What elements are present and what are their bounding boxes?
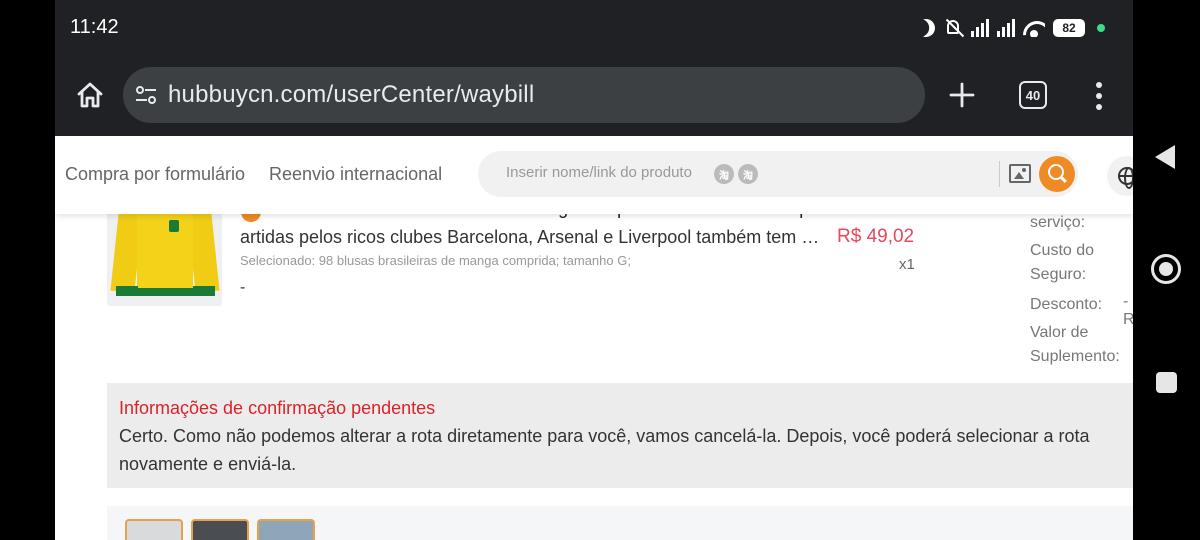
tabs-icon[interactable]: 40 [1019, 81, 1047, 109]
battery-icon: 82 [1053, 19, 1085, 37]
clock: 11:42 [70, 16, 119, 38]
confirmation-title: Informações de confirmação pendentes [119, 398, 436, 418]
product-title-line2[interactable]: artidas pelos ricos clubes Barcelona, Ar… [240, 227, 820, 248]
fee-insurance-label: Custo do Seguro: [1030, 242, 1095, 283]
fee-supplement-label: Valor de Suplemento: [1030, 324, 1120, 365]
fee-service-label: serviço: [1030, 214, 1086, 231]
search-divider [999, 161, 1000, 187]
more-vert-icon[interactable] [1095, 82, 1103, 110]
do-not-disturb-icon [914, 16, 939, 41]
signal-1-icon [971, 19, 989, 37]
home-icon[interactable] [75, 80, 105, 110]
page-content: Compra por formulário Reenvio internacio… [55, 136, 1133, 540]
pending-confirmation-box: Informações de confirmação pendentes Cer… [107, 383, 1133, 488]
language-button[interactable] [1107, 156, 1133, 196]
privacy-indicator-icon [1097, 24, 1105, 32]
photo-thumbnail[interactable] [257, 519, 315, 540]
nav-link-form-purchase[interactable]: Compra por formulário [65, 164, 245, 185]
taobao-badge-icon: 淘 [714, 164, 734, 184]
status-bar: 11:42 82 [55, 0, 1133, 56]
product-search: 淘 淘 [478, 151, 1078, 197]
url-text[interactable]: hubbuycn.com/userCenter/waybill [168, 81, 534, 109]
back-icon[interactable] [1155, 145, 1175, 169]
nav-link-international-resend[interactable]: Reenvio internacional [269, 164, 442, 185]
fee-discount-label: Desconto: [1030, 296, 1103, 313]
home-button-icon[interactable] [1151, 254, 1181, 284]
status-icons: 82 [917, 16, 1105, 40]
site-header: Compra por formulário Reenvio internacio… [55, 136, 1133, 214]
confirmation-message: Certo. Como não podemos alterar a rota d… [119, 426, 1090, 474]
photo-thumbnail[interactable] [125, 519, 183, 540]
search-input[interactable] [506, 164, 706, 181]
plus-icon[interactable] [948, 81, 976, 109]
recents-icon[interactable] [1156, 372, 1177, 393]
signal-2-icon [997, 19, 1015, 37]
site-settings-icon[interactable] [135, 85, 157, 105]
browser-toolbar: hubbuycn.com/userCenter/waybill 40 [55, 56, 1133, 136]
left-bezel [0, 0, 55, 540]
address-bar[interactable]: hubbuycn.com/userCenter/waybill [123, 67, 925, 123]
search-button[interactable] [1039, 156, 1075, 192]
wifi-icon [1023, 19, 1045, 37]
attachment-thumbnails [107, 506, 1133, 540]
mute-icon [943, 18, 965, 38]
image-search-icon[interactable] [1009, 164, 1031, 183]
taobao-badge-icon-2: 淘 [738, 164, 758, 184]
globe-icon [1118, 167, 1133, 189]
product-price: R$ 49,02 [837, 226, 915, 247]
product-note: - [240, 279, 246, 296]
product-selected-options: Selecionado: 98 blusas brasileiras de ma… [240, 253, 631, 268]
photo-thumbnail[interactable] [191, 519, 249, 540]
product-quantity: x1 [899, 256, 915, 273]
